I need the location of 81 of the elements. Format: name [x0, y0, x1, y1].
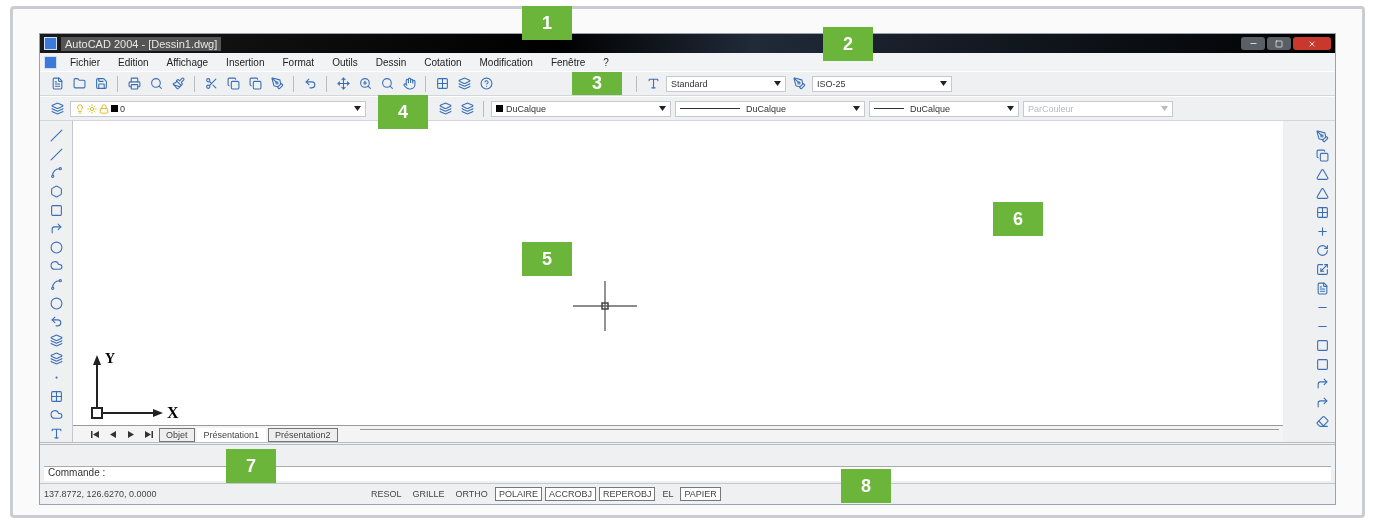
caret-icon: [940, 81, 947, 86]
caret-icon: [1007, 106, 1014, 111]
layout-tab[interactable]: Objet: [159, 428, 195, 442]
callout-number: 6: [993, 202, 1043, 236]
menu-item[interactable]: Fichier: [61, 56, 109, 68]
status-toggle[interactable]: RESOL: [367, 487, 406, 501]
first-tab-icon[interactable]: [91, 431, 99, 438]
tool-icon[interactable]: [455, 74, 473, 93]
status-toggle[interactable]: POLAIRE: [494, 487, 542, 501]
caret-icon: [659, 106, 666, 111]
status-toggle[interactable]: PAPIER: [680, 487, 721, 501]
layout-tab[interactable]: Présentation2: [268, 428, 338, 442]
status-toggle[interactable]: ACCROBJ: [544, 487, 596, 501]
sun-icon: [87, 103, 97, 114]
minimize-button[interactable]: [1241, 37, 1265, 50]
lightbulb-icon: [75, 103, 85, 114]
lineweight-dropdown[interactable]: DuCalque: [869, 100, 1019, 117]
text-style-dropdown[interactable]: Standard: [666, 75, 786, 92]
menu-item[interactable]: Modification: [470, 56, 542, 68]
tool-icon[interactable]: [125, 74, 143, 93]
callout-number: 7: [226, 449, 276, 483]
tool-icon[interactable]: [1313, 127, 1331, 145]
callout-number: 4: [378, 95, 428, 129]
lock-icon: [99, 103, 109, 114]
tool-icon[interactable]: [47, 238, 65, 257]
callout-number: 2: [823, 27, 873, 61]
menu-item[interactable]: Insertion: [217, 56, 274, 68]
tool-icon[interactable]: [400, 74, 418, 93]
line-sample-icon: [874, 107, 904, 110]
tool-icon[interactable]: [47, 294, 65, 312]
color-dropdown[interactable]: DuCalque: [491, 100, 671, 117]
menu-item[interactable]: Edition: [109, 56, 158, 68]
menu-item[interactable]: Cotation: [415, 56, 471, 68]
linetype-dropdown[interactable]: DuCalque: [675, 100, 865, 117]
line-sample-icon: [680, 107, 740, 110]
callout-number: 5: [522, 242, 572, 276]
coordinates-readout: 137.8772, 126.6270, 0.0000: [44, 489, 158, 499]
app-icon[interactable]: [44, 55, 57, 69]
close-button[interactable]: [1293, 37, 1331, 50]
ucs-axes-drawing: Y X: [87, 351, 197, 421]
tool-icon[interactable]: [169, 74, 187, 93]
layer-tool-icon[interactable]: [458, 99, 476, 118]
menu-item[interactable]: Format: [273, 56, 324, 68]
crosshair-cursor: [573, 281, 637, 331]
callout-number: 1: [522, 6, 572, 40]
menu-item[interactable]: ?: [594, 56, 618, 68]
caret-icon: [853, 106, 860, 111]
tool-icon[interactable]: [47, 331, 65, 350]
previous-tab-icon[interactable]: [109, 431, 117, 438]
layers-icon[interactable]: [48, 99, 66, 118]
layer-swatch: [111, 105, 118, 112]
menu-item[interactable]: Dessin: [366, 56, 416, 68]
callout-number: 3: [572, 72, 622, 95]
layer-dropdown[interactable]: 0: [70, 100, 366, 117]
last-tab-icon[interactable]: [145, 431, 153, 438]
status-toggle[interactable]: EL: [658, 487, 678, 501]
tool-icon[interactable]: [224, 74, 242, 93]
color-swatch: [496, 105, 503, 112]
caret-icon: [774, 81, 781, 86]
tool-icon[interactable]: [246, 74, 264, 93]
next-tab-icon[interactable]: [127, 431, 135, 438]
maximize-button[interactable]: [1267, 37, 1291, 50]
menu-item[interactable]: Affichage: [157, 56, 218, 68]
dimension-style-dropdown[interactable]: ISO-25: [812, 75, 952, 92]
caret-icon: [354, 106, 361, 111]
menu-item[interactable]: Outils: [323, 56, 367, 68]
tool-icon[interactable]: [477, 74, 495, 93]
app-icon: [44, 37, 57, 50]
tool-icon[interactable]: [1313, 146, 1331, 164]
menu-item[interactable]: Fenêtre: [541, 56, 595, 68]
maximize-icon: [1275, 39, 1283, 48]
tool-icon[interactable]: [334, 74, 352, 93]
status-toggle[interactable]: ORTHO: [451, 487, 492, 501]
tool-icon[interactable]: [47, 350, 65, 368]
caret-icon: [1161, 106, 1168, 111]
layer-tool-icon[interactable]: [436, 99, 454, 118]
status-toggle[interactable]: GRILLE: [408, 487, 449, 501]
status-toggle[interactable]: REPEROBJ: [598, 487, 656, 501]
callout-number: 8: [841, 469, 891, 503]
window-title: AutoCAD 2004 - [Dessin1.dwg]: [61, 36, 222, 51]
layout-tab[interactable]: Présentation1: [196, 428, 267, 442]
